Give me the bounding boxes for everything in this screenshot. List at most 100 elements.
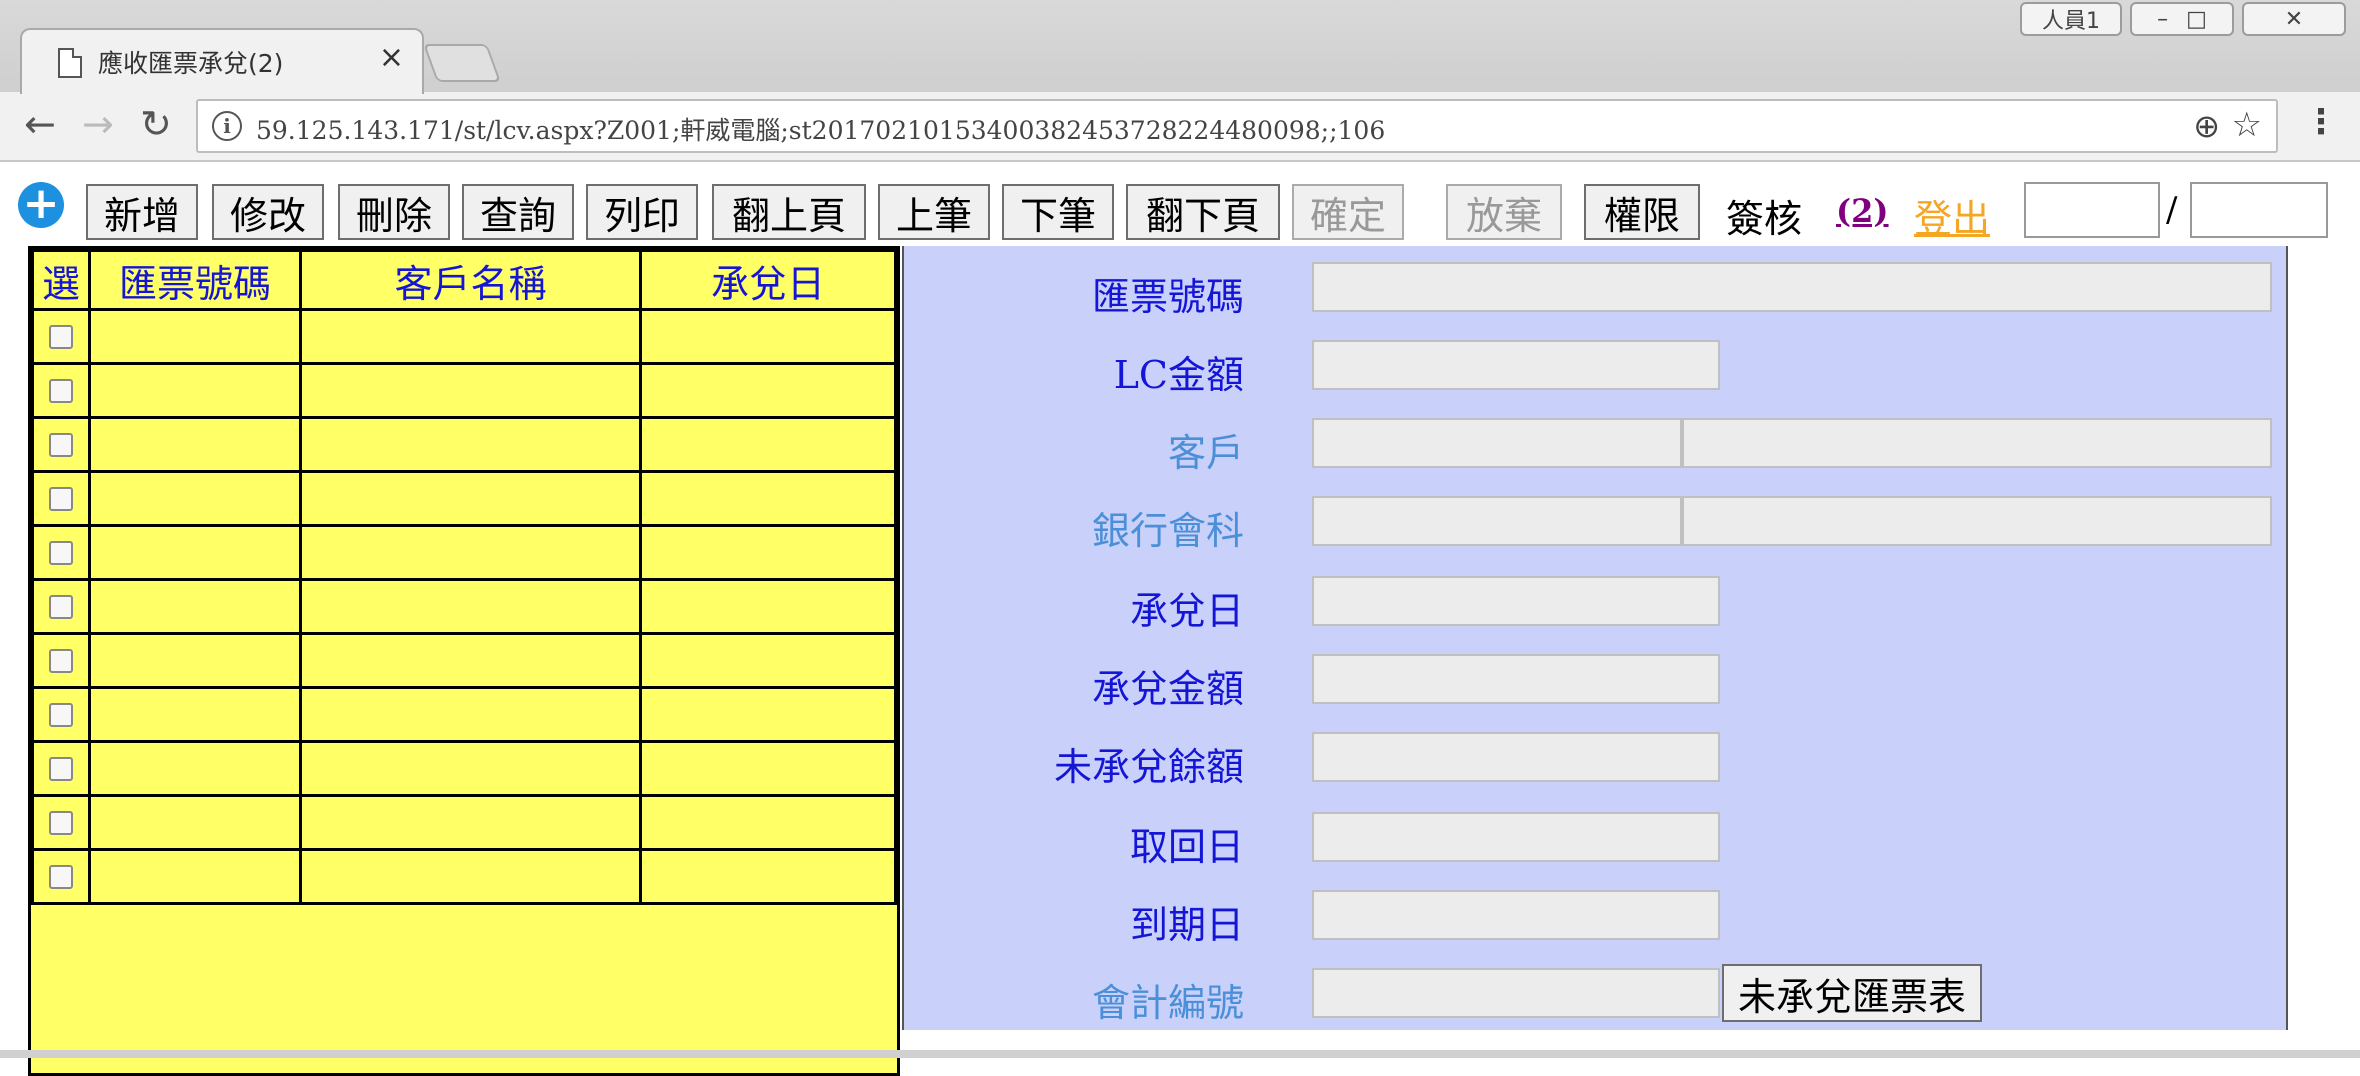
browser-menu-icon[interactable]: ⋮ bbox=[2304, 102, 2338, 142]
profile-button[interactable]: 人員1 bbox=[2020, 2, 2122, 36]
accept-amount-field[interactable] bbox=[1312, 654, 1720, 704]
unaccepted-draft-report-button[interactable]: 未承兌匯票表 bbox=[1722, 964, 1983, 1022]
cell-customer[interactable] bbox=[299, 308, 642, 365]
table-row[interactable] bbox=[31, 578, 897, 635]
bank-account-name-field[interactable] bbox=[1682, 496, 2272, 546]
cell-accept-date[interactable] bbox=[639, 362, 897, 419]
row-checkbox[interactable] bbox=[49, 702, 73, 727]
forward-icon[interactable]: → bbox=[82, 102, 114, 146]
cell-accept-date[interactable] bbox=[639, 740, 897, 797]
cell-customer[interactable] bbox=[299, 416, 642, 473]
minimize-icon[interactable]: – bbox=[2157, 7, 2168, 32]
cell-accept-date[interactable] bbox=[639, 524, 897, 581]
cell-accept-date[interactable] bbox=[639, 794, 897, 851]
cell-customer[interactable] bbox=[299, 470, 642, 527]
cell-customer[interactable] bbox=[299, 794, 642, 851]
cell-draft-no[interactable] bbox=[88, 794, 302, 851]
cell-accept-date[interactable] bbox=[639, 416, 897, 473]
reload-icon[interactable]: ↻ bbox=[140, 102, 172, 146]
row-checkbox[interactable] bbox=[49, 594, 73, 619]
add-button[interactable]: 新增 bbox=[86, 184, 198, 240]
cell-draft-no[interactable] bbox=[88, 578, 302, 635]
cell-draft-no[interactable] bbox=[88, 470, 302, 527]
maximize-icon[interactable]: □ bbox=[2186, 7, 2207, 32]
cell-draft-no[interactable] bbox=[88, 416, 302, 473]
retrieve-date-field[interactable] bbox=[1312, 812, 1720, 862]
row-checkbox[interactable] bbox=[49, 324, 73, 349]
cell-draft-no[interactable] bbox=[88, 686, 302, 743]
browser-tab[interactable]: 應收匯票承兌(2) × bbox=[20, 28, 424, 94]
total-pages-input[interactable] bbox=[2190, 182, 2328, 238]
cell-customer[interactable] bbox=[299, 848, 642, 905]
current-page-input[interactable] bbox=[2024, 182, 2160, 238]
table-row[interactable] bbox=[31, 362, 897, 419]
next-record-button[interactable]: 下筆 bbox=[1002, 184, 1114, 240]
prev-record-button[interactable]: 上筆 bbox=[878, 184, 990, 240]
bank-account-code-field[interactable] bbox=[1312, 496, 1682, 546]
cell-draft-no[interactable] bbox=[88, 362, 302, 419]
row-checkbox[interactable] bbox=[49, 432, 73, 457]
row-checkbox[interactable] bbox=[49, 864, 73, 889]
cell-customer[interactable] bbox=[299, 686, 642, 743]
info-icon[interactable]: i bbox=[212, 111, 242, 141]
account-no-field[interactable] bbox=[1312, 968, 1720, 1018]
cell-customer[interactable] bbox=[299, 578, 642, 635]
row-checkbox[interactable] bbox=[49, 540, 73, 565]
tab-close-icon[interactable]: × bbox=[379, 40, 404, 75]
row-checkbox[interactable] bbox=[49, 810, 73, 835]
logout-link[interactable]: 登出 bbox=[1914, 188, 1990, 243]
add-circle-icon[interactable]: + bbox=[18, 182, 64, 228]
cell-customer[interactable] bbox=[299, 740, 642, 797]
close-window-icon[interactable]: ✕ bbox=[2242, 2, 2346, 36]
cell-accept-date[interactable] bbox=[639, 470, 897, 527]
zoom-icon[interactable]: ⊕ bbox=[2193, 107, 2220, 145]
table-row[interactable] bbox=[31, 848, 897, 905]
sign-count-link[interactable]: (2) bbox=[1836, 192, 1889, 230]
table-row[interactable] bbox=[31, 794, 897, 851]
due-date-field[interactable] bbox=[1312, 890, 1720, 940]
table-row[interactable] bbox=[31, 632, 897, 689]
cell-accept-date[interactable] bbox=[639, 686, 897, 743]
cell-accept-date[interactable] bbox=[639, 848, 897, 905]
delete-button[interactable]: 刪除 bbox=[338, 184, 450, 240]
draft-no-field[interactable] bbox=[1312, 262, 2272, 312]
cell-draft-no[interactable] bbox=[88, 524, 302, 581]
customer-name-field[interactable] bbox=[1682, 418, 2272, 468]
row-checkbox[interactable] bbox=[49, 648, 73, 673]
cell-draft-no[interactable] bbox=[88, 848, 302, 905]
customer-code-field[interactable] bbox=[1312, 418, 1682, 468]
accept-date-field[interactable] bbox=[1312, 576, 1720, 626]
bookmark-star-icon[interactable]: ☆ bbox=[2232, 105, 2262, 145]
next-page-button[interactable]: 翻下頁 bbox=[1126, 184, 1280, 240]
url-text[interactable]: 59.125.143.171/st/lcv.aspx?Z001;軒威電腦;st2… bbox=[256, 111, 1385, 147]
lc-amount-field[interactable] bbox=[1312, 340, 1720, 390]
cell-customer[interactable] bbox=[299, 524, 642, 581]
back-icon[interactable]: ← bbox=[24, 102, 56, 146]
cell-draft-no[interactable] bbox=[88, 632, 302, 689]
address-bar[interactable]: i 59.125.143.171/st/lcv.aspx?Z001;軒威電腦;s… bbox=[196, 99, 2278, 153]
permission-button[interactable]: 權限 bbox=[1584, 184, 1700, 240]
unaccepted-balance-field[interactable] bbox=[1312, 732, 1720, 782]
minimize-maximize-buttons[interactable]: – □ bbox=[2130, 2, 2234, 36]
table-row[interactable] bbox=[31, 416, 897, 473]
cell-draft-no[interactable] bbox=[88, 740, 302, 797]
cancel-button[interactable]: 放棄 bbox=[1446, 184, 1562, 240]
query-button[interactable]: 查詢 bbox=[462, 184, 574, 240]
cell-accept-date[interactable] bbox=[639, 578, 897, 635]
table-row[interactable] bbox=[31, 524, 897, 581]
cell-customer[interactable] bbox=[299, 632, 642, 689]
row-checkbox[interactable] bbox=[49, 756, 73, 781]
cell-draft-no[interactable] bbox=[88, 308, 302, 365]
edit-button[interactable]: 修改 bbox=[212, 184, 324, 240]
table-row[interactable] bbox=[31, 740, 897, 797]
new-tab-button[interactable] bbox=[423, 44, 501, 82]
cell-accept-date[interactable] bbox=[639, 632, 897, 689]
cell-customer[interactable] bbox=[299, 362, 642, 419]
prev-page-button[interactable]: 翻上頁 bbox=[712, 184, 866, 240]
row-checkbox[interactable] bbox=[49, 486, 73, 511]
row-checkbox[interactable] bbox=[49, 378, 73, 403]
table-row[interactable] bbox=[31, 470, 897, 527]
cell-accept-date[interactable] bbox=[639, 308, 897, 365]
table-row[interactable] bbox=[31, 308, 897, 365]
confirm-button[interactable]: 確定 bbox=[1292, 184, 1404, 240]
